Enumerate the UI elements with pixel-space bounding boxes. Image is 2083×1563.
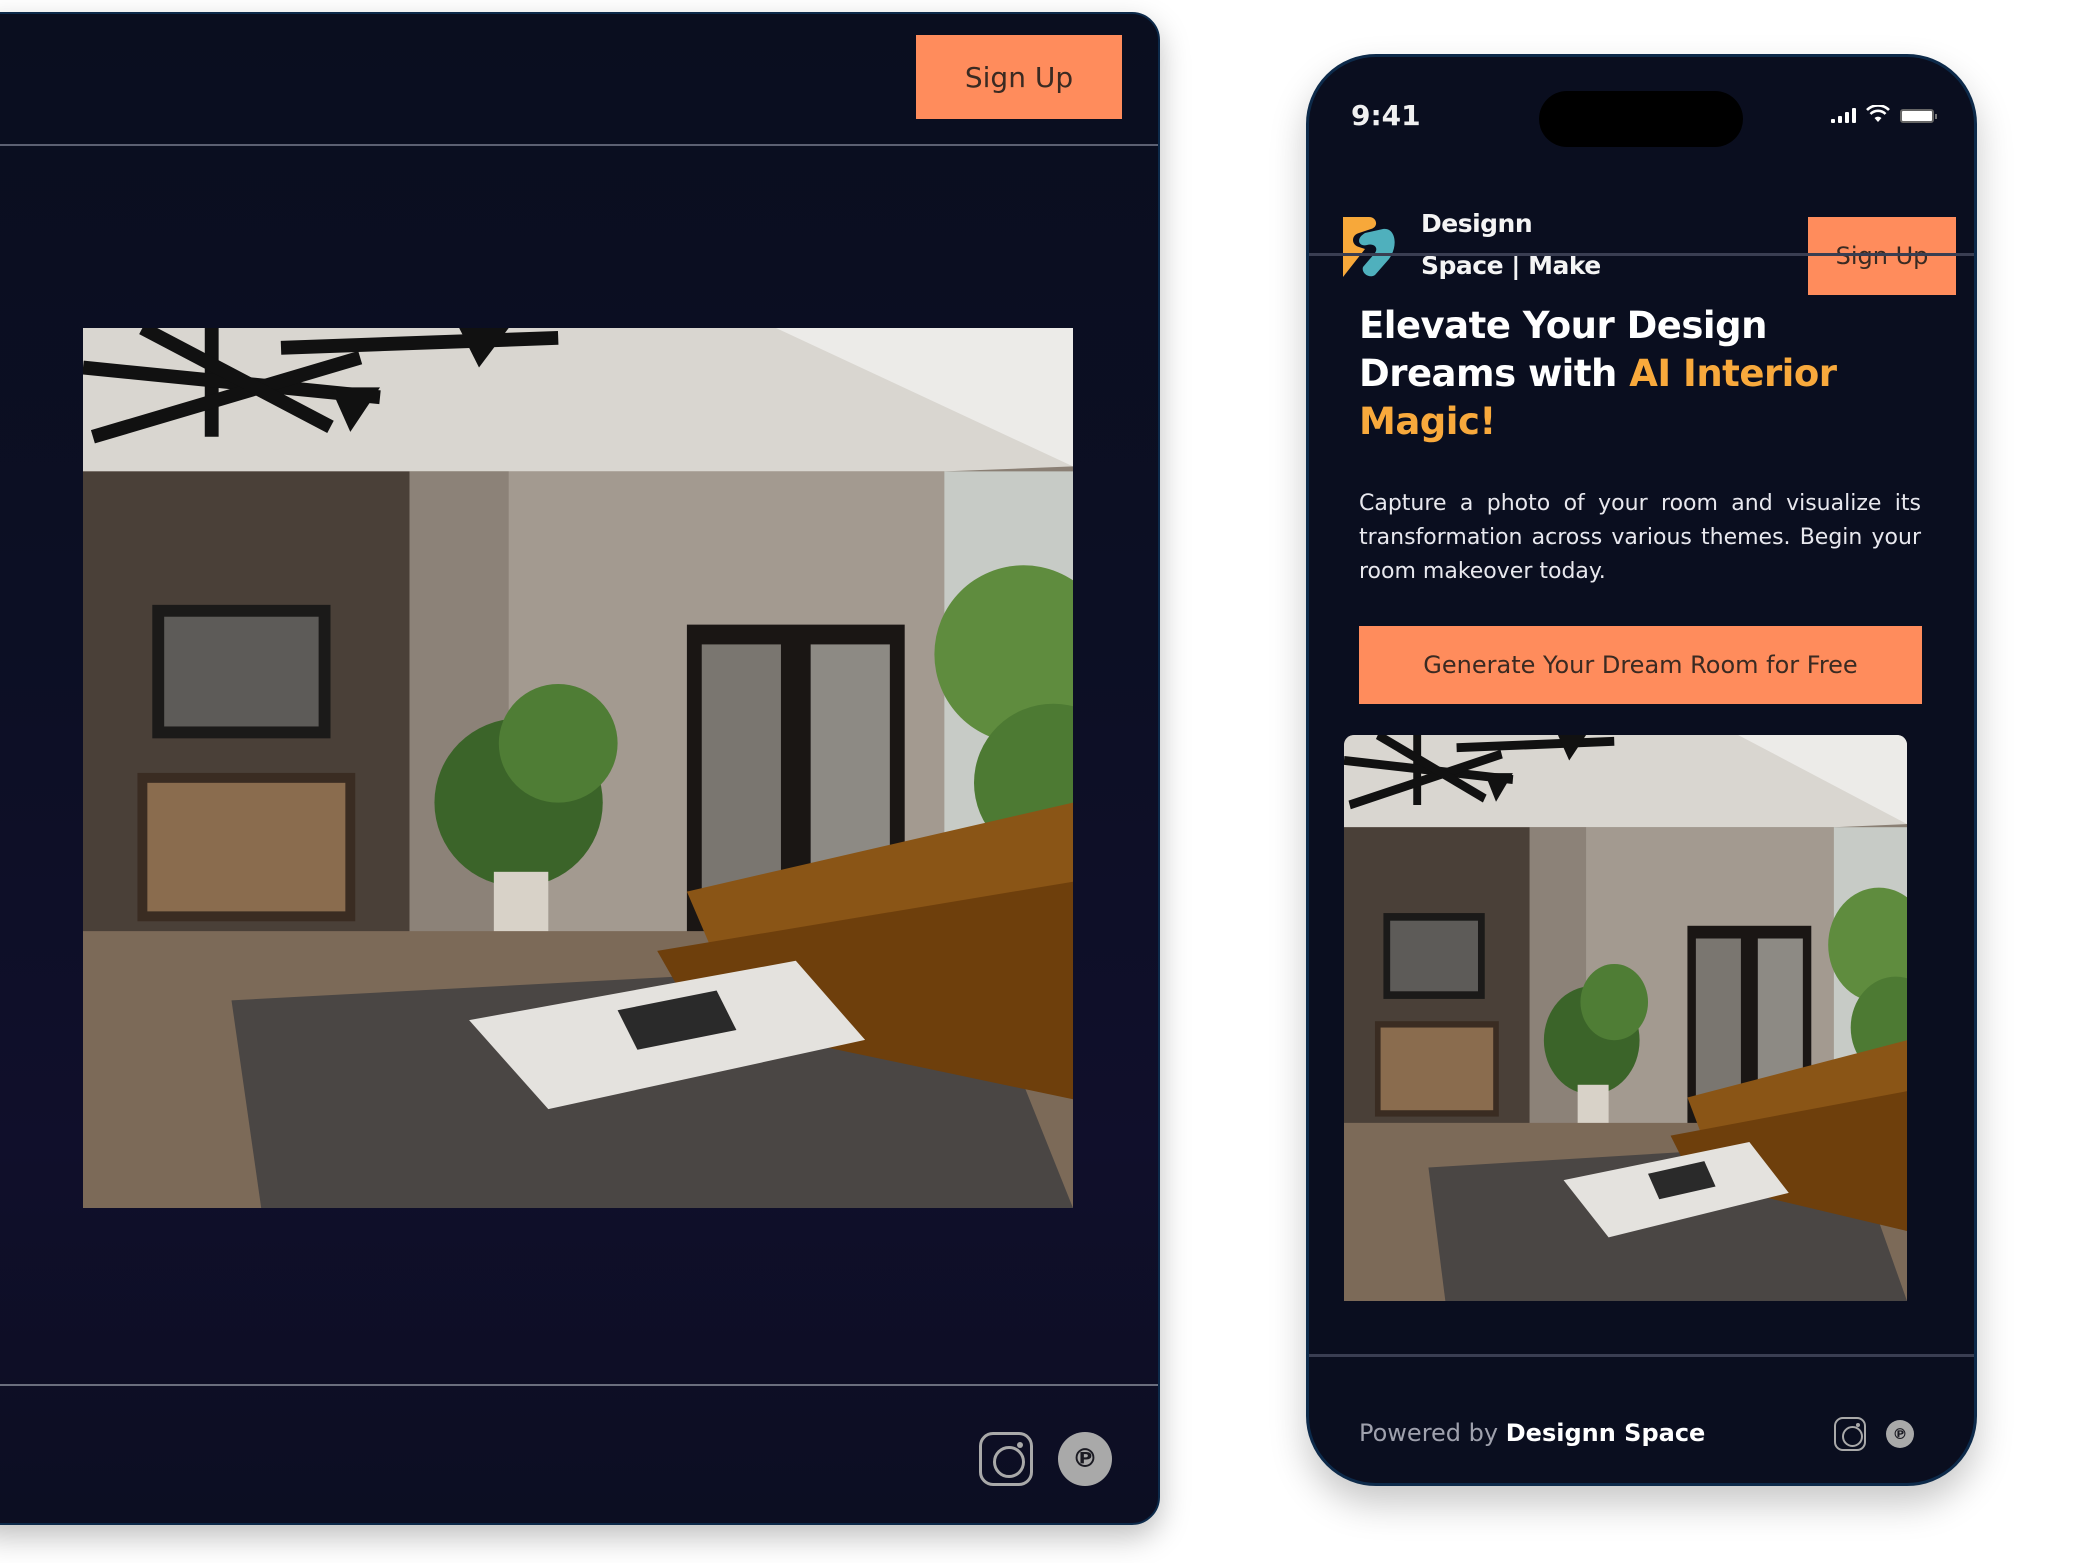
room-image bbox=[1344, 735, 1907, 1301]
pinterest-icon[interactable]: ℗ bbox=[1058, 1432, 1112, 1486]
header-divider bbox=[1309, 253, 1974, 256]
generate-room-button[interactable]: Generate Your Dream Room for Free bbox=[1359, 626, 1922, 704]
status-bar: 9:41 bbox=[1309, 57, 1974, 167]
footer-divider bbox=[0, 1384, 1158, 1386]
instagram-icon[interactable] bbox=[1834, 1417, 1866, 1451]
brand-line-1: Designn bbox=[1421, 209, 1533, 238]
desktop-signup-button[interactable]: Sign Up bbox=[916, 35, 1122, 119]
pinterest-icon[interactable]: ℗ bbox=[1886, 1420, 1914, 1448]
mobile-hero-image bbox=[1344, 735, 1907, 1301]
wifi-icon bbox=[1866, 104, 1890, 123]
mobile-signup-button[interactable]: Sign Up bbox=[1808, 217, 1956, 295]
status-icons bbox=[1831, 104, 1937, 123]
room-image bbox=[83, 328, 1073, 1208]
header-divider bbox=[0, 144, 1158, 146]
signal-icon bbox=[1831, 107, 1856, 123]
powered-by-brand[interactable]: Designn Space bbox=[1506, 1419, 1706, 1447]
hero-description: Capture a photo of your room and visuali… bbox=[1359, 491, 1921, 584]
stage: Sign Up ℗ 9:41 Designn Space | Make Sign… bbox=[0, 0, 2083, 1563]
instagram-icon[interactable] bbox=[979, 1432, 1033, 1486]
powered-by: Powered by Designn Space bbox=[1359, 1419, 1705, 1447]
mobile-social-links: ℗ bbox=[1834, 1417, 1914, 1451]
brand-line-2: Space | Make bbox=[1421, 251, 1601, 280]
hero-headline: Elevate Your Design Dreams with AI Inter… bbox=[1359, 302, 1919, 446]
designn-logo-icon[interactable] bbox=[1339, 215, 1397, 279]
brand-name: Designn Space | Make bbox=[1421, 203, 1601, 287]
footer-divider bbox=[1309, 1354, 1974, 1357]
desktop-social-links: ℗ bbox=[979, 1432, 1112, 1486]
powered-by-prefix: Powered by bbox=[1359, 1419, 1499, 1447]
desktop-hero-image bbox=[83, 328, 1073, 1208]
battery-icon bbox=[1900, 109, 1937, 123]
mobile-preview: 9:41 Designn Space | Make Sign Up Elevat… bbox=[1306, 54, 1977, 1486]
desktop-preview: Sign Up ℗ bbox=[0, 12, 1160, 1525]
dynamic-island bbox=[1539, 91, 1743, 147]
app-header: Designn Space | Make Sign Up bbox=[1309, 165, 1974, 310]
status-time: 9:41 bbox=[1351, 99, 1421, 132]
